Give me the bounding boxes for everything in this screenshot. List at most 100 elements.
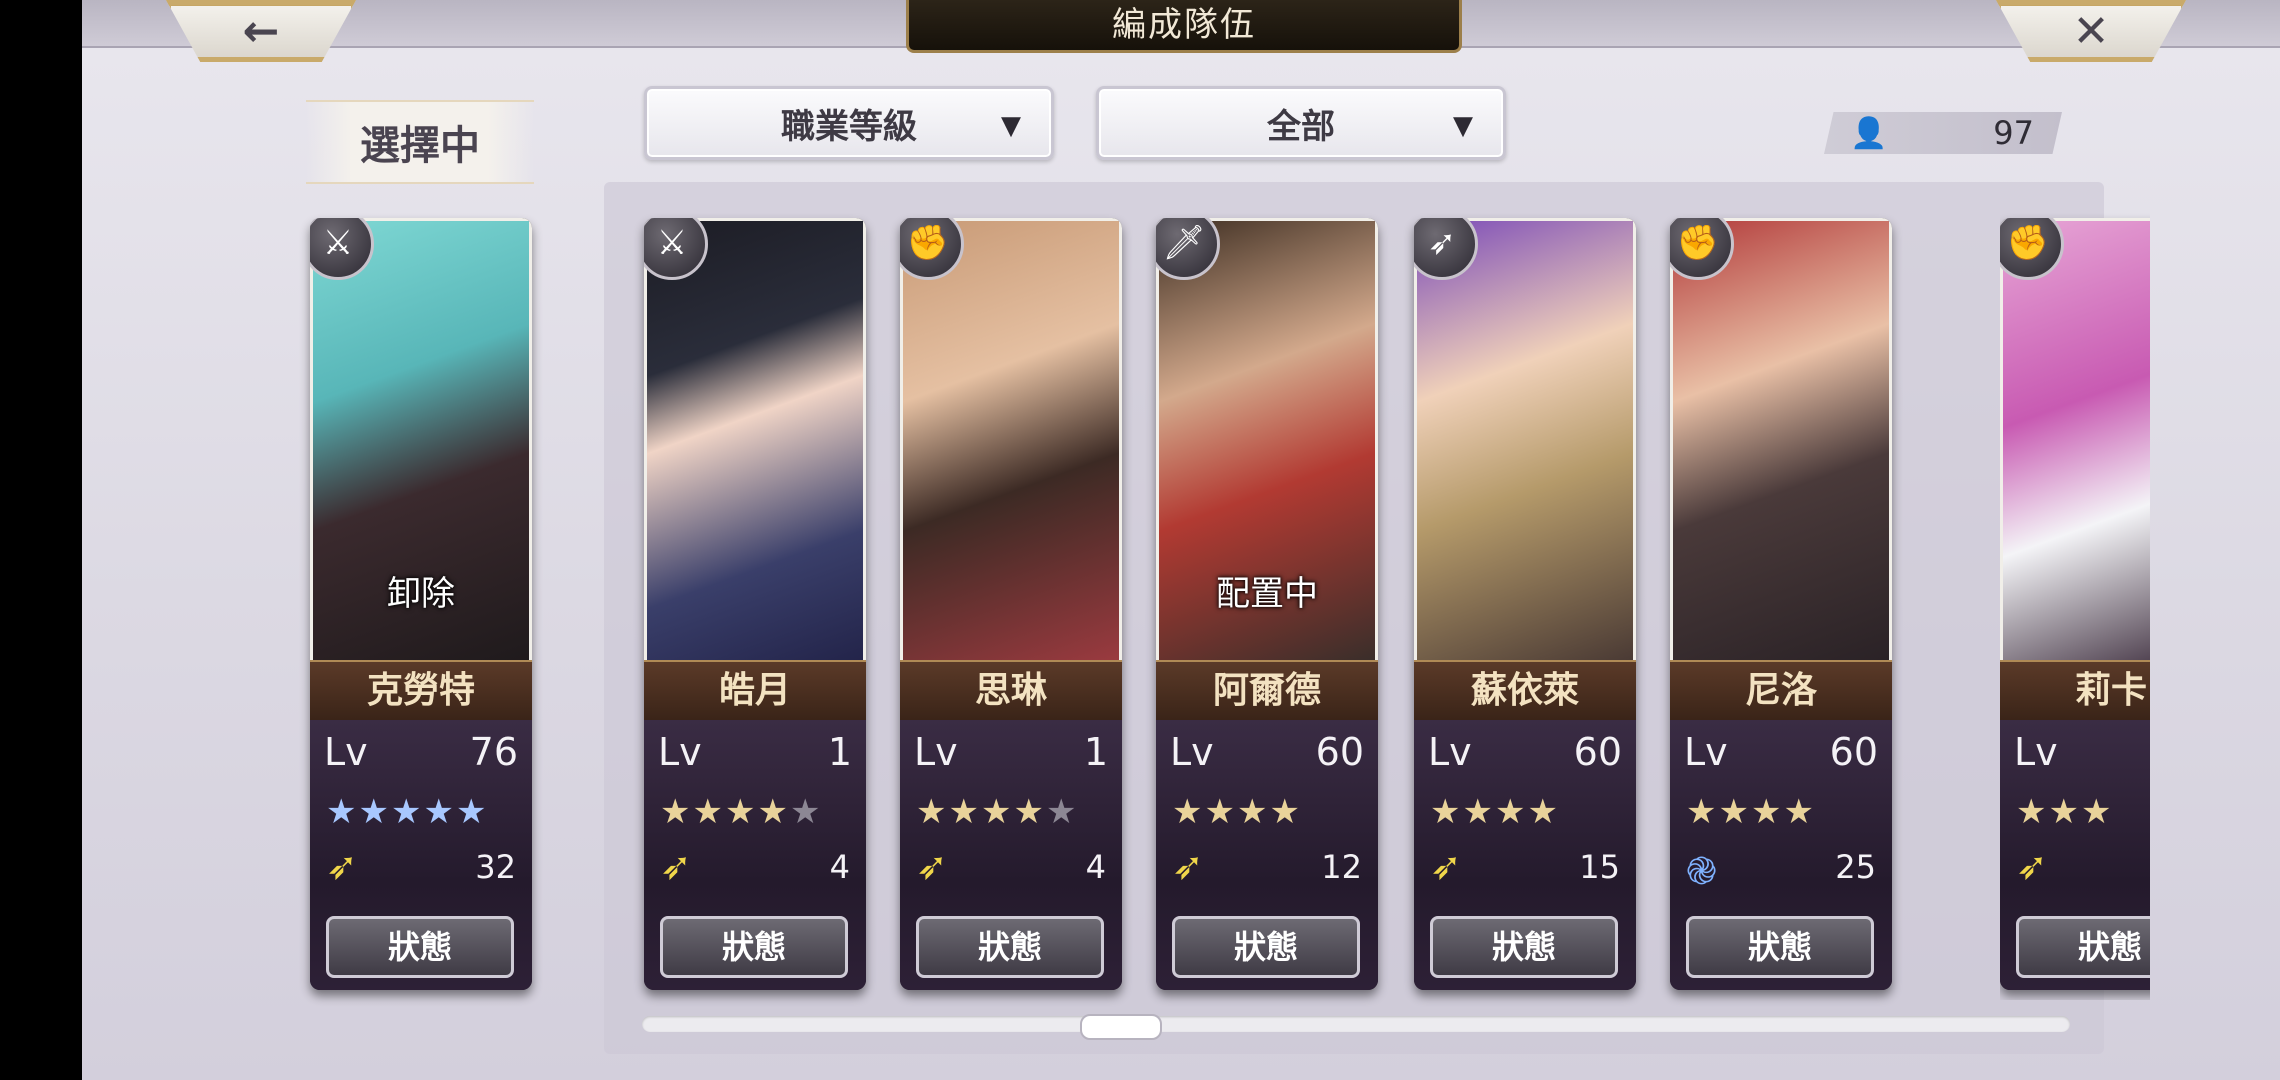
level-value: 1	[827, 730, 852, 774]
selected-character-card[interactable]: ⚔ 卸除 克勞特 Lv 76 ★★★★★ ➶ 32 狀態	[310, 218, 532, 990]
star-icon: ★	[757, 792, 790, 832]
star-icon: ★	[1527, 792, 1560, 832]
chevron-down-icon: ▼	[1453, 111, 1473, 141]
character-stats: Lv 60 ★★★★ ➶ 12 狀態	[1156, 720, 1378, 990]
level-value: 1	[1083, 730, 1108, 774]
scrollbar-thumb[interactable]	[1080, 1014, 1162, 1040]
character-name: 尼洛	[1670, 660, 1892, 722]
star-icon: ★	[789, 792, 823, 832]
rarity-stars: ★★★★	[1172, 792, 1302, 832]
star-icon: ★	[724, 792, 758, 832]
status-button[interactable]: 狀態	[2016, 916, 2150, 978]
filter-dropdown[interactable]: 全部 ▼	[1096, 86, 1506, 160]
star-icon: ★	[1783, 792, 1816, 832]
level-label: Lv	[1428, 730, 1472, 774]
star-icon: ★	[1204, 792, 1237, 832]
horizontal-scrollbar[interactable]	[642, 1016, 2070, 1032]
star-icon: ★	[1172, 792, 1205, 832]
status-button[interactable]: 狀態	[326, 916, 514, 978]
character-name: 克勞特	[310, 660, 532, 722]
level-value: 60	[1829, 730, 1878, 774]
level-label: Lv	[2014, 730, 2058, 774]
star-icon: ★	[358, 792, 391, 832]
cost-value: 4	[1085, 848, 1106, 886]
star-icon: ★	[1462, 792, 1495, 832]
status-button[interactable]: 狀態	[660, 916, 848, 978]
star-icon: ★	[980, 792, 1014, 832]
star-icon: ★	[390, 792, 424, 832]
character-card[interactable]: ✊ 莉卡 Lv ★★★ ➶ 狀態	[2000, 218, 2150, 990]
character-portrait	[644, 218, 866, 660]
character-name: 思琳	[900, 660, 1122, 722]
rarity-stars: ★★★	[2016, 792, 2113, 832]
character-stats: Lv ★★★ ➶ 狀態	[2000, 720, 2150, 990]
swirl-icon: ֎	[1686, 849, 1718, 893]
cost-value: 15	[1579, 848, 1620, 886]
character-card[interactable]: ✊ 思琳 Lv 1 ★★★★★ ➶ 4 狀態	[900, 218, 1122, 990]
cost-value: 25	[1835, 848, 1876, 886]
feather-icon: ➶	[916, 844, 948, 888]
level-value: 60	[1315, 730, 1364, 774]
character-card[interactable]: 🗡 配置中 阿爾德 Lv 60 ★★★★ ➶ 12 狀態	[1156, 218, 1378, 990]
level-label: Lv	[658, 730, 702, 774]
character-name: 阿爾德	[1156, 660, 1378, 722]
status-button[interactable]: 狀態	[1172, 916, 1360, 978]
feather-icon: ➶	[1430, 844, 1462, 888]
level-label: Lv	[324, 730, 368, 774]
cost-value: 4	[829, 848, 850, 886]
star-icon: ★	[2080, 792, 2114, 832]
level-label: Lv	[914, 730, 958, 774]
card-scroll-clip: ✊ 莉卡 Lv ★★★ ➶ 狀態	[2000, 200, 2150, 1000]
status-button[interactable]: 狀態	[1686, 916, 1874, 978]
character-card[interactable]: ✊ 尼洛 Lv 60 ★★★★ ֎ 25 狀態	[1670, 218, 1892, 990]
character-card[interactable]: ⚔ 皓月 Lv 1 ★★★★★ ➶ 4 狀態	[644, 218, 866, 990]
person-icon: 👤	[1850, 116, 1888, 151]
unit-count-badge: 👤 97	[1824, 112, 2062, 154]
close-button[interactable]: ✕	[1996, 0, 2186, 62]
card-overlay-text: 配置中	[1216, 574, 1318, 614]
character-stats: Lv 1 ★★★★★ ➶ 4 狀態	[644, 720, 866, 990]
star-icon: ★	[1236, 792, 1270, 832]
rarity-stars: ★★★★★	[660, 792, 822, 832]
cost-value: 12	[1321, 848, 1362, 886]
character-stats: Lv 60 ★★★★ ➶ 15 狀態	[1414, 720, 1636, 990]
cost-value: 32	[475, 848, 516, 886]
star-icon: ★	[2048, 792, 2081, 832]
rarity-stars: ★★★★	[1430, 792, 1560, 832]
card-overlay-text: 卸除	[387, 574, 455, 614]
character-stats: Lv 60 ★★★★ ֎ 25 狀態	[1670, 720, 1892, 990]
status-button[interactable]: 狀態	[916, 916, 1104, 978]
star-icon: ★	[326, 792, 359, 832]
feather-icon: ➶	[2016, 844, 2048, 888]
character-portrait	[2000, 218, 2150, 660]
star-icon: ★	[1718, 792, 1751, 832]
star-icon: ★	[1013, 792, 1046, 832]
rarity-stars: ★★★★★	[916, 792, 1078, 832]
sort-dropdown-value: 職業等級	[781, 106, 917, 147]
feather-icon: ➶	[660, 844, 692, 888]
level-value: 76	[469, 730, 518, 774]
level-label: Lv	[1170, 730, 1214, 774]
character-stats: Lv 1 ★★★★★ ➶ 4 狀態	[900, 720, 1122, 990]
character-card[interactable]: ➶ 蘇依萊 Lv 60 ★★★★ ➶ 15 狀態	[1414, 218, 1636, 990]
page-title: 編成隊伍	[906, 0, 1462, 53]
game-screen: ← 編成隊伍 ✕ 選擇中 職業等級 ▼ 全部 ▼ 👤 97 ⚔ 卸除 克勞特 Lv 76…	[82, 0, 2280, 1080]
star-icon: ★	[692, 792, 725, 832]
star-icon: ★	[423, 792, 456, 832]
star-icon: ★	[1494, 792, 1528, 832]
selected-section-label: 選擇中	[306, 100, 534, 184]
star-icon: ★	[1269, 792, 1302, 832]
rarity-stars: ★★★★	[1686, 792, 1816, 832]
status-button[interactable]: 狀態	[1430, 916, 1618, 978]
back-button[interactable]: ←	[166, 0, 356, 62]
character-name: 蘇依萊	[1414, 660, 1636, 722]
character-portrait	[1670, 218, 1892, 660]
star-icon: ★	[455, 792, 489, 832]
character-name: 莉卡	[2000, 660, 2150, 722]
star-icon: ★	[1686, 792, 1719, 832]
level-label: Lv	[1684, 730, 1728, 774]
star-icon: ★	[1750, 792, 1784, 832]
sort-dropdown[interactable]: 職業等級 ▼	[644, 86, 1054, 160]
feather-icon: ➶	[326, 844, 358, 888]
filter-dropdown-value: 全部	[1267, 106, 1335, 147]
